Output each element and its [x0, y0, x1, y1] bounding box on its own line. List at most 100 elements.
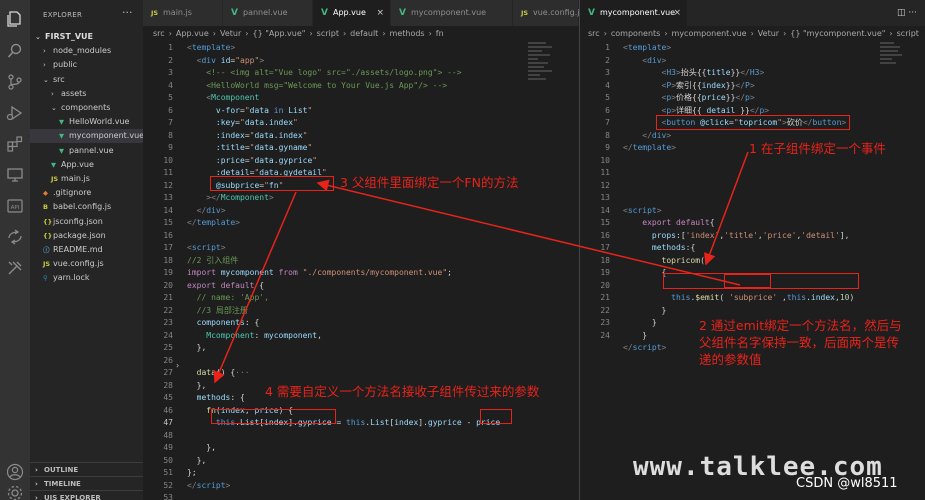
js-file-icon: JS: [51, 175, 59, 183]
tab-label: vue.config.js: [533, 8, 579, 17]
files-icon[interactable]: [6, 10, 24, 28]
uis-explorer-label: UIS EXPLORER: [44, 494, 101, 500]
tab-label: main.js: [163, 8, 192, 17]
left-tab-bar: JS main.js Vpannel.vue V App.vue × Vmycomponen…: [143, 0, 579, 26]
right-tab-bar: Vmycomponent.vue × ◫ ···: [580, 0, 925, 26]
uis-explorer-section[interactable]: › UIS EXPLORER: [30, 490, 143, 500]
tree-item-label: README.md: [53, 245, 103, 254]
folder-item[interactable]: ⌄ components: [30, 101, 143, 115]
left-minimap[interactable]: [528, 42, 556, 102]
breadcrumb-separator-icon: ›: [889, 29, 893, 38]
file-item[interactable]: Bbabel.config.js: [30, 200, 143, 214]
breadcrumb-separator-icon: ›: [309, 29, 313, 38]
tree-item-label: .gitignore: [53, 188, 92, 198]
close-icon[interactable]: ×: [376, 0, 384, 26]
annotation-step-4: 4 需要自定义一个方法名接收子组件传过来的参数: [265, 384, 540, 399]
split-editor-icon[interactable]: ◫ ···: [897, 0, 917, 26]
breadcrumb-separator-icon: ›: [382, 29, 386, 38]
file-item[interactable]: JS vue.config.js: [30, 257, 143, 271]
file-type-icon: V: [399, 8, 406, 18]
file-item[interactable]: ⚲ yarn.lock: [30, 271, 143, 285]
timeline-section[interactable]: › TIMELINE: [30, 476, 143, 490]
right-minimap[interactable]: [880, 42, 908, 102]
file-item[interactable]: {} package.json: [30, 229, 143, 243]
file-item[interactable]: ▼ HelloWorld.vue: [30, 115, 143, 129]
explorer-title: EXPLORER: [43, 11, 83, 19]
chevron-down-icon: ⌄: [51, 104, 57, 112]
breadcrumb-item[interactable]: src: [588, 29, 600, 38]
mycomponent-vue-editor[interactable]: 1 2 3 4 5 6 7 8 9 10 11 12 13 14 15 16 17 18 19 20 21 22 23 24 …: [580, 42, 925, 500]
breadcrumb-item[interactable]: fn: [436, 29, 444, 38]
breadcrumb-item[interactable]: script: [317, 29, 339, 38]
breadcrumb-item[interactable]: script: [897, 29, 919, 38]
breadcrumb-item[interactable]: {} "mycomponent.vue": [790, 29, 885, 38]
tree-item-label: assets: [61, 88, 87, 98]
folder-item[interactable]: › node_modules: [30, 44, 143, 58]
chevron-down-icon: ⌄: [43, 75, 49, 84]
breadcrumb-item[interactable]: default: [350, 29, 378, 38]
tools-icon[interactable]: [6, 259, 24, 277]
fold-chevron-icon[interactable]: ›: [176, 361, 179, 370]
app-vue-editor[interactable]: 1 2 3 4 5 6 7 8 9 10 11 12 13 14 15 16 17 18 19 20 21 22 23 24 2…: [143, 42, 579, 500]
editor-tab[interactable]: JS vue.config.js: [513, 0, 579, 26]
breadcrumb-item[interactable]: methods: [390, 29, 425, 38]
account-icon[interactable]: [6, 463, 24, 481]
settings-gear-icon[interactable]: [6, 484, 24, 500]
file-item[interactable]: ▼ pannel.vue: [30, 144, 143, 158]
close-icon[interactable]: ×: [673, 0, 681, 26]
breadcrumb-item[interactable]: mycomponent.vue: [672, 29, 747, 38]
folder-item[interactable]: › public: [30, 58, 143, 72]
chevron-right-icon: ›: [43, 47, 46, 56]
workspace-root[interactable]: ⌄ FIRST_VUE: [30, 30, 143, 44]
outline-label: OUTLINE: [44, 466, 79, 474]
live-share-icon[interactable]: [6, 228, 24, 246]
folder-item[interactable]: ⌄ src: [30, 73, 143, 87]
file-item[interactable]: ⓘ README.md: [30, 243, 143, 257]
editor-tab[interactable]: JS main.js: [143, 0, 223, 26]
tab-label: mycomponent.vue: [600, 8, 676, 17]
tree-item-label: node_modules: [53, 46, 112, 56]
api-icon[interactable]: API: [6, 197, 24, 215]
file-item[interactable]: {} jsconfig.json: [30, 215, 143, 229]
editor-tab[interactable]: Vpannel.vue: [223, 0, 313, 26]
chevron-right-icon: ›: [35, 494, 38, 500]
tree-item-label: pannel.vue: [69, 145, 114, 155]
outline-section[interactable]: › OUTLINE: [30, 462, 143, 476]
file-item[interactable]: ◆ .gitignore: [30, 186, 143, 200]
editor-tab[interactable]: Vmycomponent.vue: [391, 0, 513, 26]
search-icon[interactable]: [6, 42, 24, 60]
tree-item-label: public: [53, 60, 78, 70]
line-numbers: 1 2 3 4 5 6 7 8 9 10 11 12 13 14 15 16 17 18 19 20 21 22 23 24: [600, 43, 610, 340]
annotation-step-1: 1 在子组件绑定一个事件: [749, 141, 886, 156]
breadcrumb-separator-icon: ›: [783, 29, 787, 38]
source-control-icon[interactable]: [6, 73, 24, 91]
editor-tab[interactable]: Vmycomponent.vue ×: [580, 0, 688, 26]
extensions-icon[interactable]: [6, 135, 24, 153]
file-type-icon: V: [588, 8, 595, 18]
more-actions-icon[interactable]: ···: [122, 6, 133, 19]
breadcrumb-item[interactable]: App.vue: [176, 29, 209, 38]
file-item[interactable]: ▼ App.vue: [30, 158, 143, 172]
file-item[interactable]: ▼ mycomponent.vue: [30, 129, 143, 144]
editor-tab[interactable]: V App.vue ×: [313, 0, 391, 26]
breadcrumb-item[interactable]: src: [153, 29, 165, 38]
tree-item-label: components: [61, 103, 111, 112]
subprice-binding-highlight: [210, 176, 334, 191]
folder-item[interactable]: › assets: [30, 87, 143, 101]
breadcrumb-item[interactable]: Vetur: [220, 29, 241, 38]
breadcrumb-item[interactable]: components: [611, 29, 660, 38]
gyprice-assign-highlight: [211, 409, 336, 424]
breadcrumb-separator-icon: ›: [603, 29, 607, 38]
run-debug-icon[interactable]: [6, 104, 24, 122]
breadcrumb-item[interactable]: Vetur: [758, 29, 779, 38]
file-item[interactable]: JS main.js: [30, 172, 143, 186]
breadcrumb-item[interactable]: {} "App.vue": [252, 29, 305, 38]
breadcrumb-separator-icon: ›: [750, 29, 754, 38]
remote-explorer-icon[interactable]: [6, 166, 24, 184]
breadcrumb-separator-icon: ›: [212, 29, 216, 38]
annotation-step-2-line3: 递的参数值: [699, 352, 762, 367]
tree-item-label: vue.config.js: [53, 259, 104, 269]
author-watermark: CSDN @wl8511: [796, 476, 898, 491]
md-file-icon: ⓘ: [43, 246, 50, 254]
app-vue-code: <template> <div id="app"> <!-- <img alt=…: [187, 43, 501, 490]
